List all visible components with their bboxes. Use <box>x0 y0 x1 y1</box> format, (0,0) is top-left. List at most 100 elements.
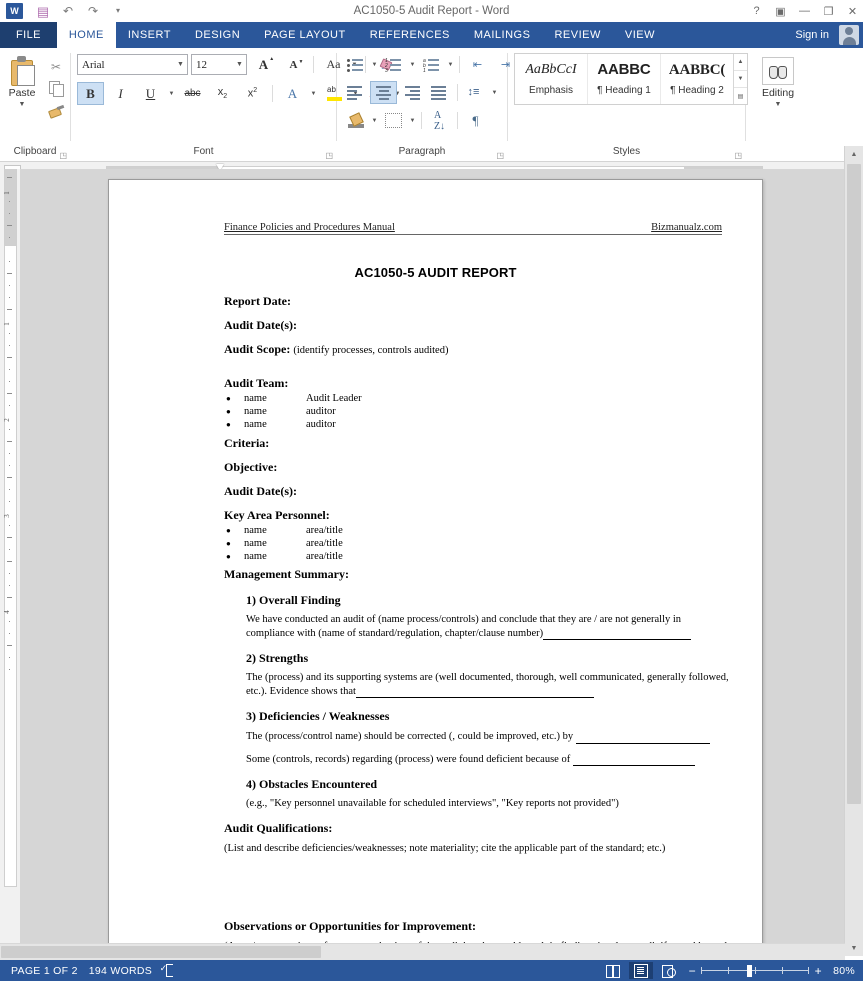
align-left-button[interactable] <box>342 81 369 104</box>
styles-dialog-launcher-icon[interactable]: ◳ <box>734 151 742 160</box>
tab-home[interactable]: HOME <box>56 22 116 48</box>
style-heading-1[interactable]: AABBC ¶ Heading 1 <box>588 54 661 104</box>
zoom-in-button[interactable]: + <box>811 965 825 977</box>
restore-icon[interactable]: ❐ <box>822 5 835 18</box>
chevron-down-icon[interactable]: ▼ <box>19 101 26 108</box>
document-body[interactable]: Report Date: Audit Date(s): Audit Scope:… <box>224 285 732 956</box>
font-name-combo[interactable]: Arial ▼ <box>77 54 188 75</box>
zoom-out-button[interactable]: − <box>685 965 699 977</box>
chevron-down-icon[interactable]: ▼ <box>370 62 379 68</box>
document-header: Finance Policies and Procedures Manual B… <box>224 222 722 235</box>
field-audit-dates-2: Audit Date(s): <box>224 484 297 498</box>
read-mode-button[interactable] <box>601 962 625 979</box>
copy-icon[interactable] <box>47 80 65 97</box>
tab-review[interactable]: REVIEW <box>542 22 612 48</box>
account-avatar[interactable] <box>839 25 859 45</box>
grow-font-button[interactable]: A <box>250 53 277 76</box>
vertical-ruler[interactable]: 1 1 2 3 4 <box>0 169 20 956</box>
chevron-down-icon[interactable]: ▼ <box>775 101 782 108</box>
fill-in-line[interactable] <box>355 685 594 698</box>
print-layout-button[interactable] <box>629 962 654 979</box>
zoom-level[interactable]: 80% <box>833 965 855 977</box>
tab-insert[interactable]: INSERT <box>116 22 183 48</box>
document-canvas[interactable]: Finance Policies and Procedures Manual B… <box>20 169 845 956</box>
tab-references[interactable]: REFERENCES <box>358 22 462 48</box>
align-right-icon <box>403 86 420 100</box>
font-size-combo[interactable]: 12 ▼ <box>191 54 247 75</box>
ribbon-display-options-icon[interactable]: ▣ <box>774 5 787 18</box>
horizontal-scrollbar[interactable] <box>0 943 845 960</box>
page-indicator[interactable]: PAGE 1 OF 2 <box>11 965 78 977</box>
bold-button[interactable]: B <box>77 82 104 105</box>
chevron-down-icon[interactable]: ▼ <box>309 91 318 97</box>
proofing-errors-icon[interactable] <box>166 964 180 977</box>
scroll-up-icon[interactable]: ▲ <box>845 146 863 162</box>
paste-button[interactable]: Paste ▼ <box>0 53 44 108</box>
document-page[interactable]: Finance Policies and Procedures Manual B… <box>108 179 763 956</box>
undo-icon[interactable]: ↶ <box>60 3 76 19</box>
decrease-indent-button[interactable]: ⇤ <box>464 53 491 76</box>
clipboard-dialog-launcher-icon[interactable]: ◳ <box>59 151 67 160</box>
multilevel-list-button[interactable]: ab1 <box>418 53 445 76</box>
zoom-slider-thumb[interactable] <box>747 964 753 977</box>
cut-icon[interactable]: ✂ <box>47 58 65 75</box>
format-painter-icon[interactable] <box>47 102 65 119</box>
tab-design[interactable]: DESIGN <box>183 22 252 48</box>
line-spacing-button[interactable]: ↕≡ <box>462 81 489 104</box>
style-heading-2[interactable]: AABBC( ¶ Heading 2 <box>661 54 733 104</box>
summary-heading-3: 3) Deficiencies / Weaknesses <box>246 709 390 723</box>
fill-in-line[interactable] <box>575 730 710 744</box>
customize-quick-access-icon[interactable]: ▾ <box>110 3 126 19</box>
chevron-down-icon[interactable]: ▼ <box>167 91 176 97</box>
fill-in-line[interactable] <box>543 627 692 640</box>
chevron-down-icon[interactable]: ▼ <box>446 62 455 68</box>
sort-button[interactable]: A Z↓ <box>426 109 453 132</box>
help-icon[interactable]: ? <box>750 5 763 17</box>
align-center-button[interactable] <box>370 81 397 104</box>
align-right-button[interactable] <box>398 81 425 104</box>
chevron-down-icon[interactable]: ▼ <box>174 61 187 68</box>
chevron-down-icon[interactable]: ▼ <box>408 62 417 68</box>
minimize-icon[interactable]: — <box>798 5 811 17</box>
numbering-button[interactable]: 123 <box>380 53 407 76</box>
superscript-button[interactable]: x2 <box>239 82 266 105</box>
subscript-button[interactable]: x2 <box>209 82 236 105</box>
chevron-down-icon[interactable]: ▼ <box>490 90 499 96</box>
zoom-slider[interactable] <box>701 964 810 978</box>
fill-in-line[interactable] <box>572 753 695 766</box>
tab-mailings[interactable]: MAILINGS <box>462 22 543 48</box>
underline-button[interactable]: U <box>137 82 164 105</box>
bullets-button[interactable] <box>342 53 369 76</box>
shrink-font-button[interactable]: A <box>280 53 307 76</box>
paragraph-dialog-launcher-icon[interactable]: ◳ <box>496 151 504 160</box>
chevron-down-icon[interactable]: ▼ <box>408 118 417 124</box>
tab-view[interactable]: VIEW <box>613 22 667 48</box>
vertical-scroll-thumb[interactable] <box>847 164 861 804</box>
shrink-font-icon: A <box>290 59 304 71</box>
close-icon[interactable]: ✕ <box>846 5 859 18</box>
style-emphasis[interactable]: AaBbCcI Emphasis <box>515 54 588 104</box>
chevron-down-icon[interactable]: ▼ <box>370 118 379 124</box>
shading-button[interactable] <box>342 109 369 132</box>
save-icon[interactable]: ▤ <box>35 3 51 19</box>
font-dialog-launcher-icon[interactable]: ◳ <box>325 151 333 160</box>
editing-icon <box>762 57 794 85</box>
horizontal-scroll-thumb[interactable] <box>1 946 321 958</box>
editing-button[interactable]: Editing ▼ <box>750 53 806 108</box>
word-count[interactable]: 194 WORDS <box>89 965 152 977</box>
justify-button[interactable] <box>426 81 453 104</box>
sign-in-link[interactable]: Sign in <box>795 22 829 48</box>
strikethrough-button[interactable]: abc <box>179 82 206 105</box>
tab-page-layout[interactable]: PAGE LAYOUT <box>252 22 358 48</box>
web-layout-button[interactable] <box>657 962 681 979</box>
text-effects-button[interactable]: A <box>279 82 306 105</box>
vertical-scrollbar[interactable]: ▲ ▼ <box>844 146 863 956</box>
redo-icon[interactable]: ↷ <box>85 3 101 19</box>
borders-button[interactable] <box>380 109 407 132</box>
tab-file[interactable]: FILE <box>0 22 57 48</box>
scroll-down-icon[interactable]: ▼ <box>845 940 863 956</box>
show-formatting-marks-button[interactable]: ¶ <box>462 109 489 132</box>
pilcrow-icon: ¶ <box>472 112 479 128</box>
chevron-down-icon[interactable]: ▼ <box>233 61 246 68</box>
italic-button[interactable]: I <box>107 82 134 105</box>
